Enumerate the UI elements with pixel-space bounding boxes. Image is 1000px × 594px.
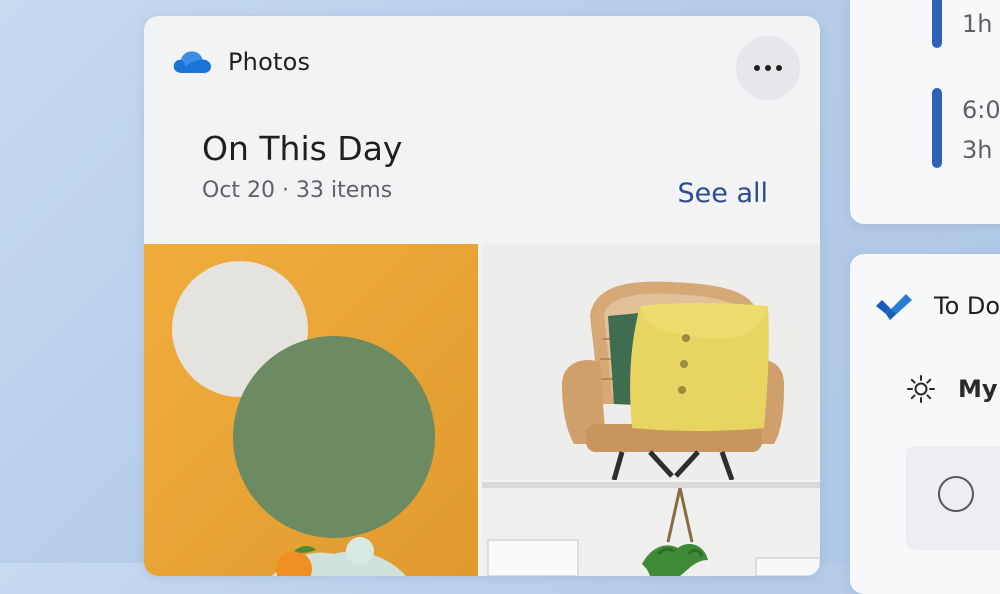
todo-list-name: My [958, 375, 998, 403]
todo-widget: To Do My [850, 254, 1000, 594]
photos-widget-title: Photos [228, 48, 311, 76]
todo-task-row[interactable] [906, 446, 1000, 550]
onedrive-cloud-icon [173, 51, 211, 73]
event-duration: 3h [962, 136, 993, 164]
event-duration: 1h [962, 10, 993, 38]
hanging-plant-photo[interactable] [482, 482, 820, 576]
section-title: On This Day [202, 129, 403, 168]
todo-widget-title: To Do [934, 292, 1000, 320]
task-complete-checkbox[interactable] [938, 476, 974, 512]
event-color-bar [932, 0, 942, 48]
todo-list-my-day[interactable]: My [906, 374, 998, 404]
photos-widget-header: Photos [172, 46, 310, 78]
calendar-widget: 1: 1h 6:0 3h [850, 0, 1000, 224]
more-options-button[interactable] [736, 36, 800, 100]
more-options-icon [754, 65, 782, 71]
photos-widget: Photos On This Day Oct 20 · 33 items See… [144, 16, 820, 576]
todo-widget-header: To Do [874, 290, 1000, 322]
event-color-bar [932, 88, 942, 168]
abstract-circles-photo[interactable] [144, 244, 478, 576]
todo-checkmark-icon [876, 294, 912, 320]
event-time: 6:0 [962, 96, 1000, 124]
rattan-chair-photo[interactable] [482, 244, 820, 480]
section-subtitle: Oct 20 · 33 items [202, 178, 393, 203]
sun-icon [907, 375, 935, 403]
see-all-link[interactable]: See all [678, 178, 769, 209]
